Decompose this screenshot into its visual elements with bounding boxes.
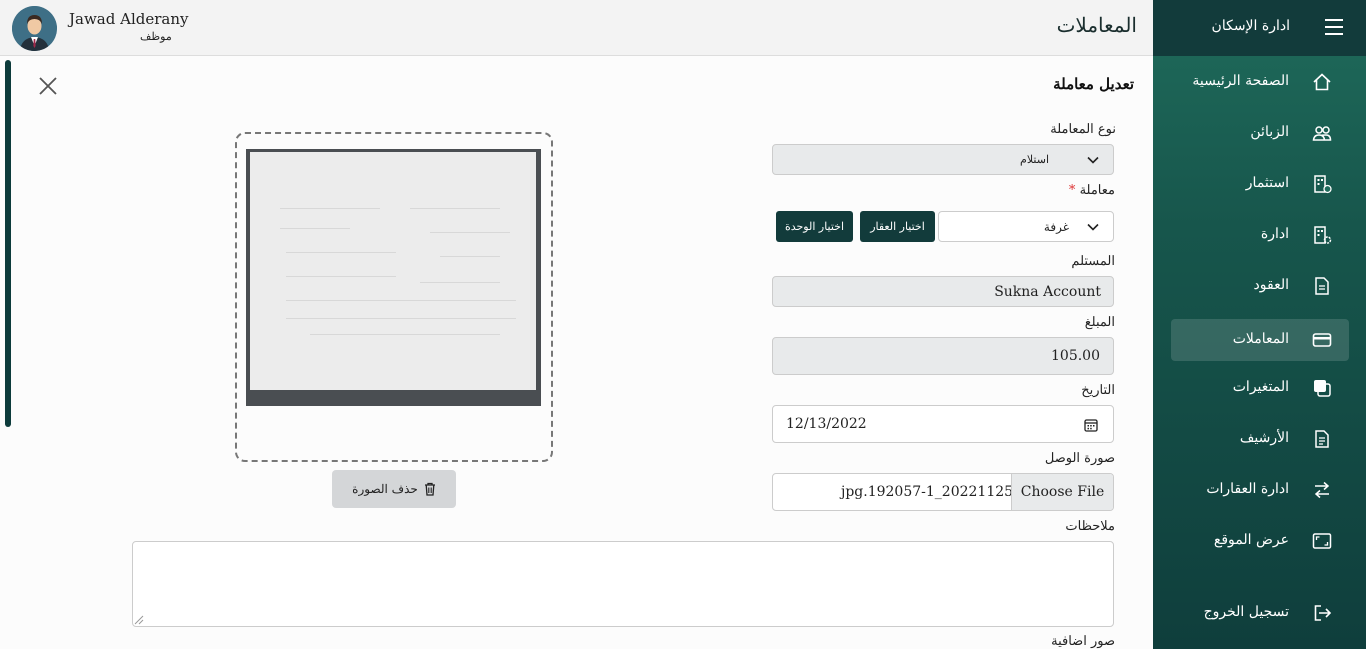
recipient-field[interactable]: Sukna Account: [772, 276, 1114, 307]
transaction-label-text: معاملة: [1079, 183, 1115, 198]
transaction-value: غرفة: [1043, 219, 1069, 234]
document-icon: [1315, 277, 1329, 295]
page-title: المعاملات: [1056, 13, 1137, 37]
choose-file-button[interactable]: Choose File: [1011, 474, 1113, 510]
recipient-value: Sukna Account: [994, 283, 1101, 300]
sidebar-item-transactions[interactable]: المعاملات: [1171, 319, 1349, 361]
transaction-select[interactable]: غرفة: [938, 211, 1114, 242]
delete-image-button[interactable]: حذف الصورة: [332, 470, 456, 508]
sidebar-item-logout[interactable]: تسجيل الخروج: [1171, 592, 1349, 634]
avatar-icon: [12, 6, 57, 51]
user-avatar[interactable]: [12, 6, 57, 51]
amount-field[interactable]: 105.00: [772, 337, 1114, 375]
choose-unit-button[interactable]: اختيار الوحدة: [776, 211, 853, 242]
receipt-image-label: صورة الوصل: [1044, 451, 1115, 466]
recipient-label: المستلم: [1071, 254, 1115, 269]
notes-textarea[interactable]: [132, 541, 1114, 627]
sidebar-item-property-management[interactable]: ادارة العقارات: [1171, 469, 1349, 511]
user-name: Jawad Alderany: [69, 10, 189, 28]
building-gear-icon: [1314, 226, 1332, 244]
choose-property-button[interactable]: اختيار العقار: [860, 211, 935, 242]
date-value: 12/13/2022: [786, 416, 867, 432]
amount-value: 105.00: [1051, 348, 1100, 364]
chevron-down-icon: [1087, 156, 1099, 164]
close-icon[interactable]: [38, 76, 58, 96]
sidebar-item-label: الصفحة الرئيسية: [1192, 73, 1289, 89]
sidebar-header: ادارة الإسكان: [1153, 0, 1366, 56]
required-mark: *: [1068, 183, 1076, 198]
form-title: تعديل معاملة: [1053, 75, 1134, 93]
sidebar-item-home[interactable]: الصفحة الرئيسية: [1171, 61, 1349, 103]
logout-icon: [1314, 605, 1332, 621]
transaction-type-value: استلام: [1020, 153, 1049, 166]
sidebar-item-variables[interactable]: المتغيرات: [1171, 367, 1349, 409]
sidebar-item-contracts[interactable]: العقود: [1171, 265, 1349, 307]
date-field[interactable]: 12/13/2022: [772, 405, 1114, 443]
receipt-paper: [250, 152, 536, 390]
file-input[interactable]: jpg.192057-1_20221125 Choose File: [772, 473, 1114, 511]
archive-doc-icon: [1315, 430, 1329, 448]
scrollbar[interactable]: [5, 60, 11, 427]
sidebar-item-label: عرض الموقع: [1213, 532, 1289, 548]
sidebar-item-label: الأرشيف: [1239, 430, 1289, 446]
transaction-type-label: نوع المعاملة: [1050, 122, 1116, 137]
users-icon: [1312, 126, 1332, 141]
sidebar: ادارة الإسكان الصفحة الرئيسية الزبائن اس…: [1153, 0, 1366, 649]
trash-icon: [424, 482, 435, 496]
card-icon: [1312, 333, 1332, 347]
delete-image-label: حذف الصورة: [352, 482, 418, 496]
resize-handle-icon[interactable]: [134, 615, 144, 625]
transaction-label: معاملة *: [1069, 183, 1115, 198]
sidebar-item-label: المتغيرات: [1232, 379, 1289, 395]
sidebar-item-label: ادارة: [1260, 226, 1289, 242]
transaction-type-select[interactable]: استلام: [772, 144, 1114, 175]
sidebar-item-label: العقود: [1253, 277, 1289, 293]
sidebar-item-label: الزبائن: [1250, 124, 1289, 140]
sidebar-item-label: استثمار: [1245, 175, 1289, 191]
sidebar-item-label: المعاملات: [1232, 331, 1289, 347]
sidebar-item-investment[interactable]: استثمار: [1171, 163, 1349, 205]
file-name: jpg.192057-1_20221125: [841, 484, 1014, 500]
sidebar-item-view-site[interactable]: عرض الموقع: [1171, 520, 1349, 562]
receipt-image: [246, 149, 541, 406]
sidebar-title: ادارة الإسكان: [1211, 18, 1290, 34]
hamburger-menu-icon[interactable]: [1325, 19, 1343, 35]
sidebar-item-management[interactable]: ادارة: [1171, 214, 1349, 256]
home-icon: [1313, 73, 1331, 91]
arrows-exchange-icon: [1314, 481, 1330, 499]
sidebar-item-archive[interactable]: الأرشيف: [1171, 418, 1349, 460]
sidebar-item-customers[interactable]: الزبائن: [1171, 112, 1349, 154]
copy-icon: [1314, 380, 1331, 397]
screen-icon: [1312, 533, 1332, 549]
amount-label: المبلغ: [1084, 315, 1115, 330]
notes-label: ملاحظات: [1065, 519, 1115, 534]
user-role: موظف: [140, 30, 172, 43]
date-label: التاريخ: [1081, 383, 1115, 398]
building-dollar-icon: [1314, 175, 1332, 194]
sidebar-item-label: ادارة العقارات: [1206, 481, 1289, 497]
calendar-icon[interactable]: [1084, 418, 1098, 432]
extra-images-label: صور اضافية: [1051, 634, 1115, 649]
top-header: Jawad Alderany موظف المعاملات: [0, 0, 1153, 56]
sidebar-item-label: تسجيل الخروج: [1203, 604, 1289, 620]
chevron-down-icon: [1087, 223, 1099, 231]
